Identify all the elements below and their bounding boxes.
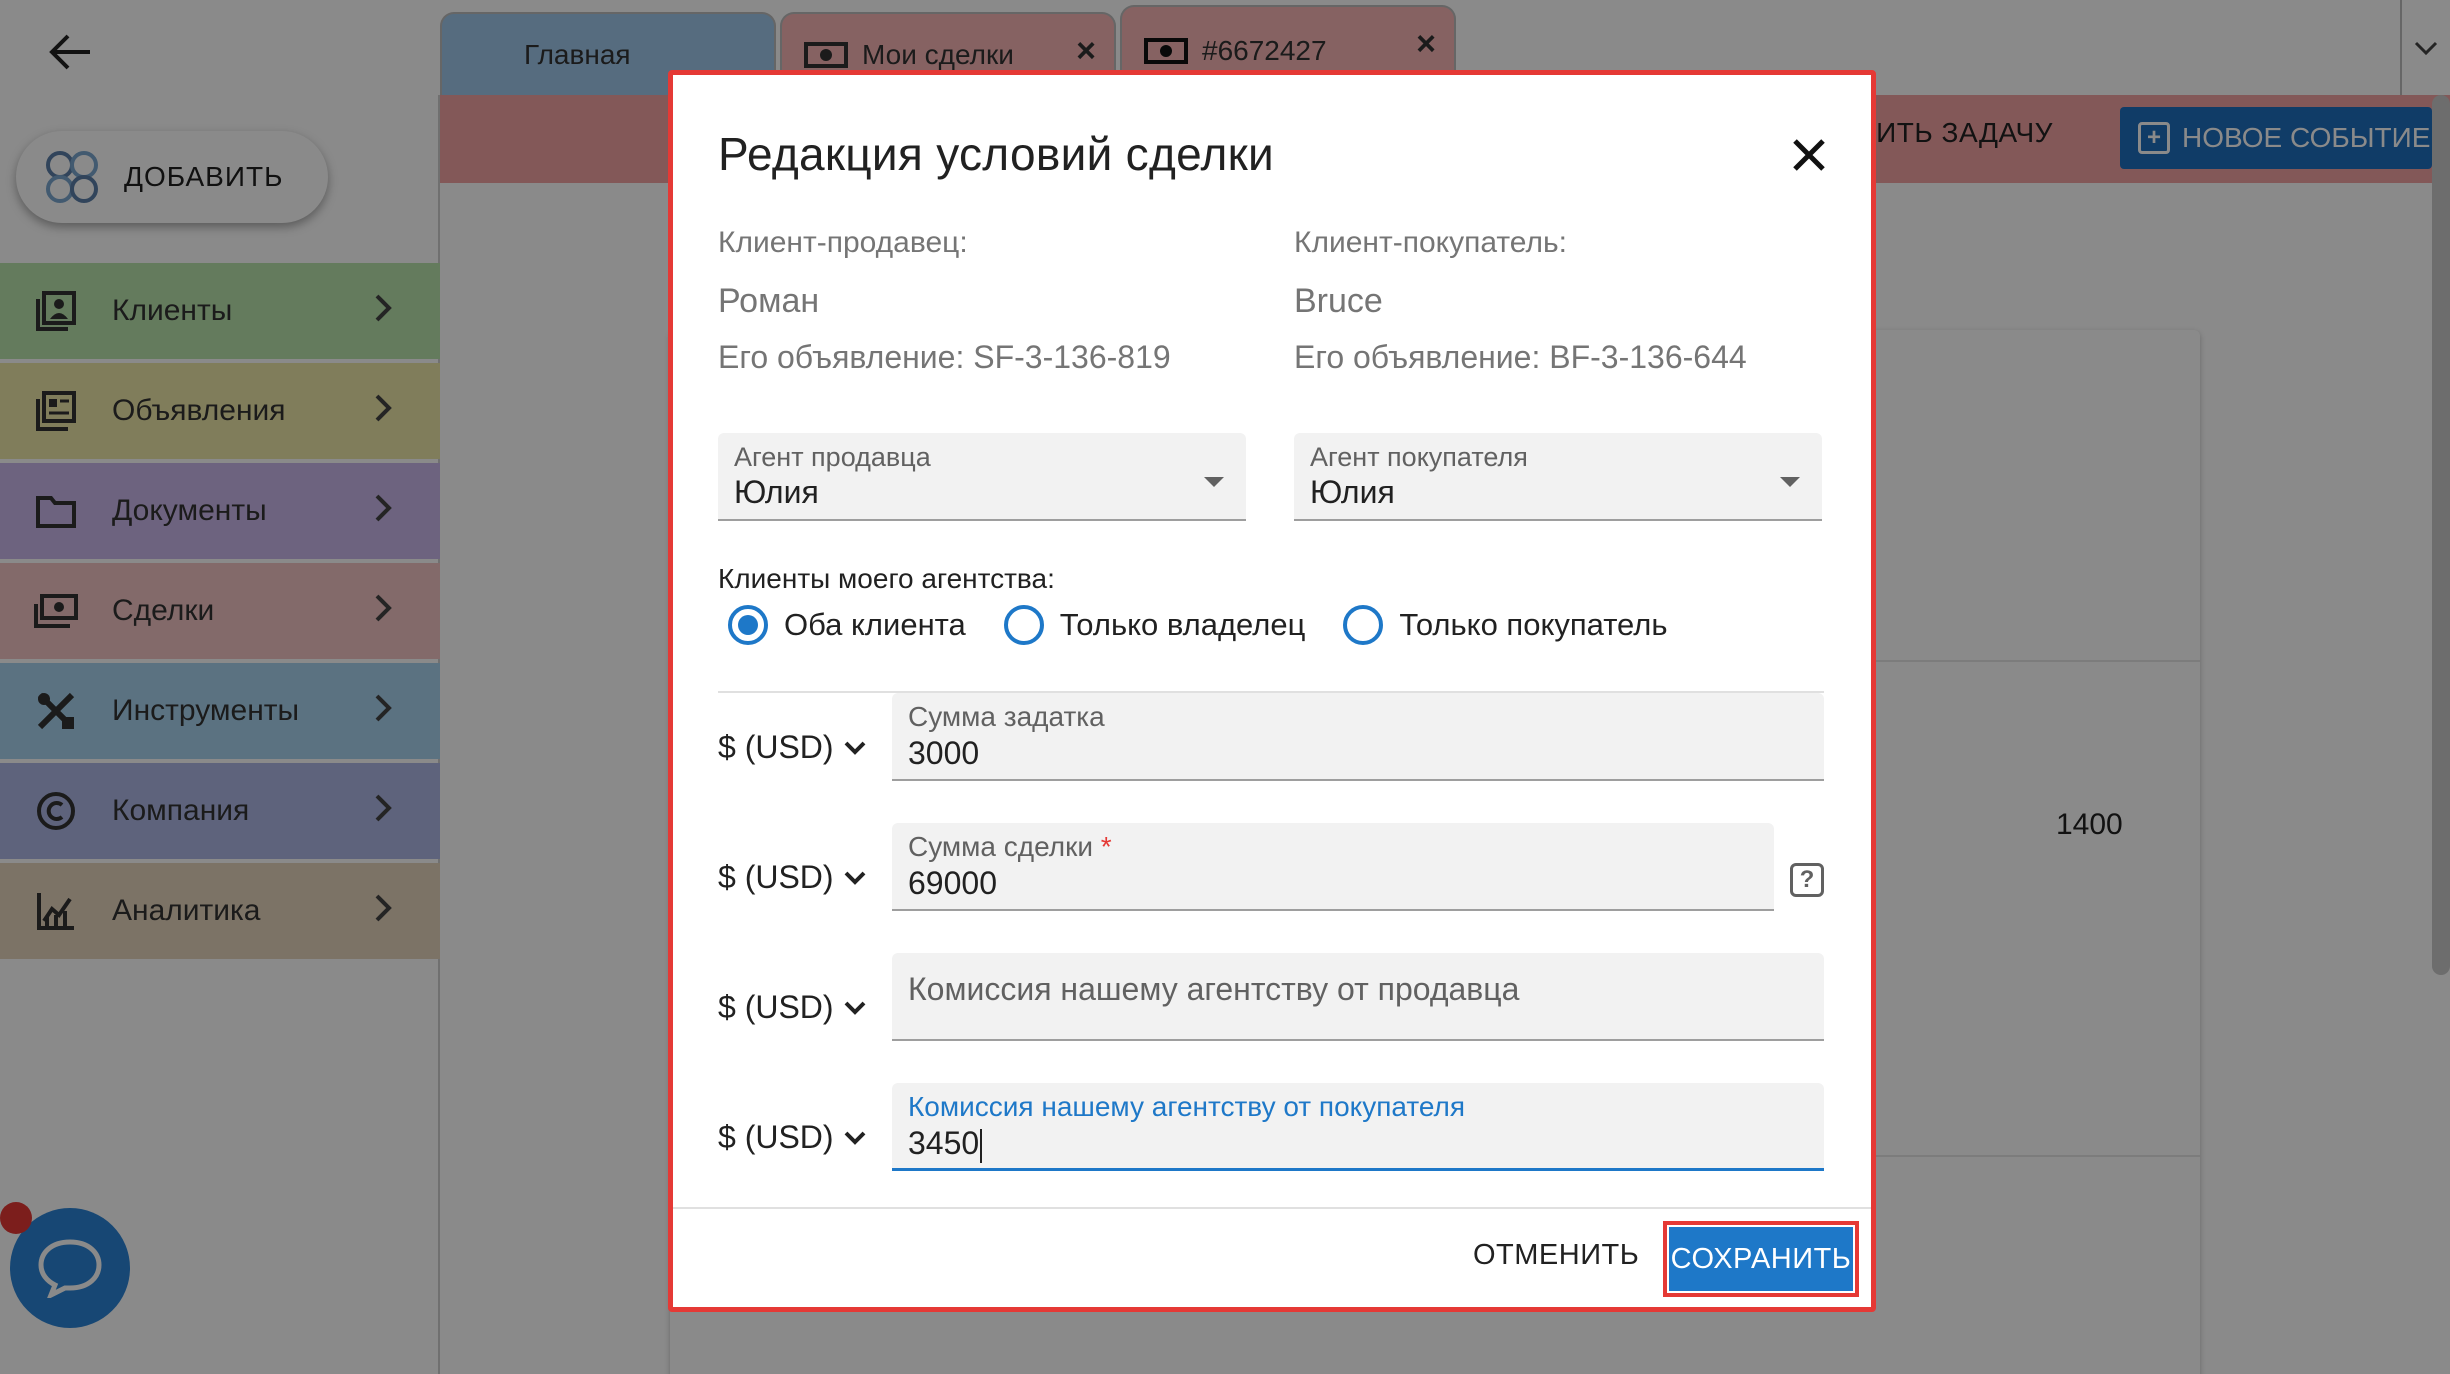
chevron-down-icon bbox=[844, 871, 865, 885]
seller-agent-value: Юлия bbox=[734, 474, 819, 510]
buyer-commission-row: $ (USD) Комиссия нашему агентству от пок… bbox=[718, 1083, 1824, 1173]
dropdown-arrow-icon bbox=[1780, 477, 1800, 487]
seller-listing: Его объявление: SF-3-136-819 bbox=[718, 339, 1171, 375]
seller-commission-placeholder: Комиссия нашему агентству от продавца bbox=[908, 971, 1520, 1007]
currency-label: $ (USD) bbox=[718, 729, 834, 765]
radio-label: Только владелец bbox=[1059, 607, 1306, 642]
buyer-commission-field[interactable]: Комиссия нашему агентству от покупателя … bbox=[892, 1083, 1824, 1171]
agency-clients-caption: Клиенты моего агентства: bbox=[718, 563, 1055, 594]
seller-client-info: Клиент-продавец: Роман Его объявление: S… bbox=[718, 223, 1278, 377]
buyer-client-label: Клиент-покупатель: bbox=[1294, 226, 1567, 259]
close-icon bbox=[1793, 139, 1825, 171]
buyer-commission-value: 3450 bbox=[908, 1125, 980, 1161]
buyer-commission-label: Комиссия нашему агентству от покупателя bbox=[908, 1091, 1465, 1122]
buyer-client-info: Клиент-покупатель: Bruce Его объявление:… bbox=[1294, 223, 1854, 377]
buyer-client-name: Bruce bbox=[1294, 282, 1383, 320]
currency-label: $ (USD) bbox=[718, 1119, 834, 1155]
agency-clients-radio-group: Оба клиента Только владелец Только покуп… bbox=[718, 597, 1696, 653]
seller-agent-select[interactable]: Агент продавца Юлия bbox=[718, 433, 1246, 521]
radio-checked-icon bbox=[728, 605, 768, 645]
radio-label: Только покупатель bbox=[1399, 607, 1668, 642]
save-button[interactable]: СОХРАНИТЬ bbox=[1669, 1227, 1853, 1291]
dialog-footer: ОТМЕНИТЬ СОХРАНИТЬ bbox=[673, 1207, 1871, 1307]
seller-commission-currency-select[interactable]: $ (USD) bbox=[718, 989, 866, 1026]
radio-unchecked-icon bbox=[1343, 605, 1384, 645]
buyer-agent-label: Агент покупателя bbox=[1310, 442, 1528, 472]
seller-commission-field[interactable]: Комиссия нашему агентству от продавца bbox=[892, 953, 1824, 1041]
deal-amount-value: 69000 bbox=[908, 865, 997, 901]
dropdown-arrow-icon bbox=[1204, 477, 1224, 487]
currency-label: $ (USD) bbox=[718, 859, 834, 895]
text-caret bbox=[980, 1128, 983, 1163]
dialog-close-button[interactable] bbox=[1779, 125, 1839, 185]
deal-amount-label: Сумма сделки bbox=[908, 831, 1093, 862]
deposit-amount-label: Сумма задатка bbox=[908, 701, 1105, 732]
required-mark: * bbox=[1100, 831, 1112, 862]
chevron-down-icon bbox=[844, 1131, 865, 1145]
radio-unchecked-icon bbox=[1003, 605, 1044, 645]
seller-agent-label: Агент продавца bbox=[734, 442, 931, 472]
deposit-row: $ (USD) Сумма задатка 3000 bbox=[718, 693, 1824, 783]
deposit-amount-value: 3000 bbox=[908, 735, 980, 771]
radio-both-clients[interactable]: Оба клиента bbox=[718, 605, 966, 645]
buyer-agent-value: Юлия bbox=[1310, 474, 1395, 510]
chevron-down-icon bbox=[844, 741, 865, 755]
buyer-agent-select[interactable]: Агент покупателя Юлия bbox=[1294, 433, 1822, 521]
save-button-highlight: СОХРАНИТЬ bbox=[1663, 1221, 1859, 1297]
edit-deal-terms-dialog: Редакция условий сделки Клиент-продавец:… bbox=[668, 70, 1876, 1312]
seller-client-name: Роман bbox=[718, 282, 820, 320]
radio-label: Оба клиента bbox=[784, 607, 966, 642]
buyer-listing: Его объявление: BF-3-136-644 bbox=[1294, 339, 1747, 375]
seller-client-label: Клиент-продавец: bbox=[718, 226, 968, 259]
deal-amount-field[interactable]: Сумма сделки * 69000 bbox=[892, 823, 1774, 911]
radio-owner-only[interactable]: Только владелец bbox=[994, 605, 1306, 645]
cancel-button[interactable]: ОТМЕНИТЬ bbox=[1473, 1239, 1639, 1272]
dialog-title: Редакция условий сделки bbox=[718, 128, 1275, 180]
deposit-amount-field[interactable]: Сумма задатка 3000 bbox=[892, 693, 1824, 781]
help-icon[interactable]: ? bbox=[1790, 863, 1824, 897]
deal-amount-currency-select[interactable]: $ (USD) bbox=[718, 859, 866, 896]
seller-commission-row: $ (USD) Комиссия нашему агентству от про… bbox=[718, 953, 1824, 1043]
chevron-down-icon bbox=[844, 1001, 865, 1015]
deal-amount-label-wrap: Сумма сделки * bbox=[908, 831, 1758, 863]
deposit-currency-select[interactable]: $ (USD) bbox=[718, 729, 866, 766]
deal-amount-row: $ (USD) Сумма сделки * 69000 ? bbox=[718, 823, 1824, 913]
buyer-commission-value-wrap: 3450 bbox=[908, 1123, 1808, 1163]
radio-buyer-only[interactable]: Только покупатель bbox=[1333, 605, 1668, 645]
currency-label: $ (USD) bbox=[718, 989, 834, 1025]
buyer-commission-currency-select[interactable]: $ (USD) bbox=[718, 1119, 866, 1156]
